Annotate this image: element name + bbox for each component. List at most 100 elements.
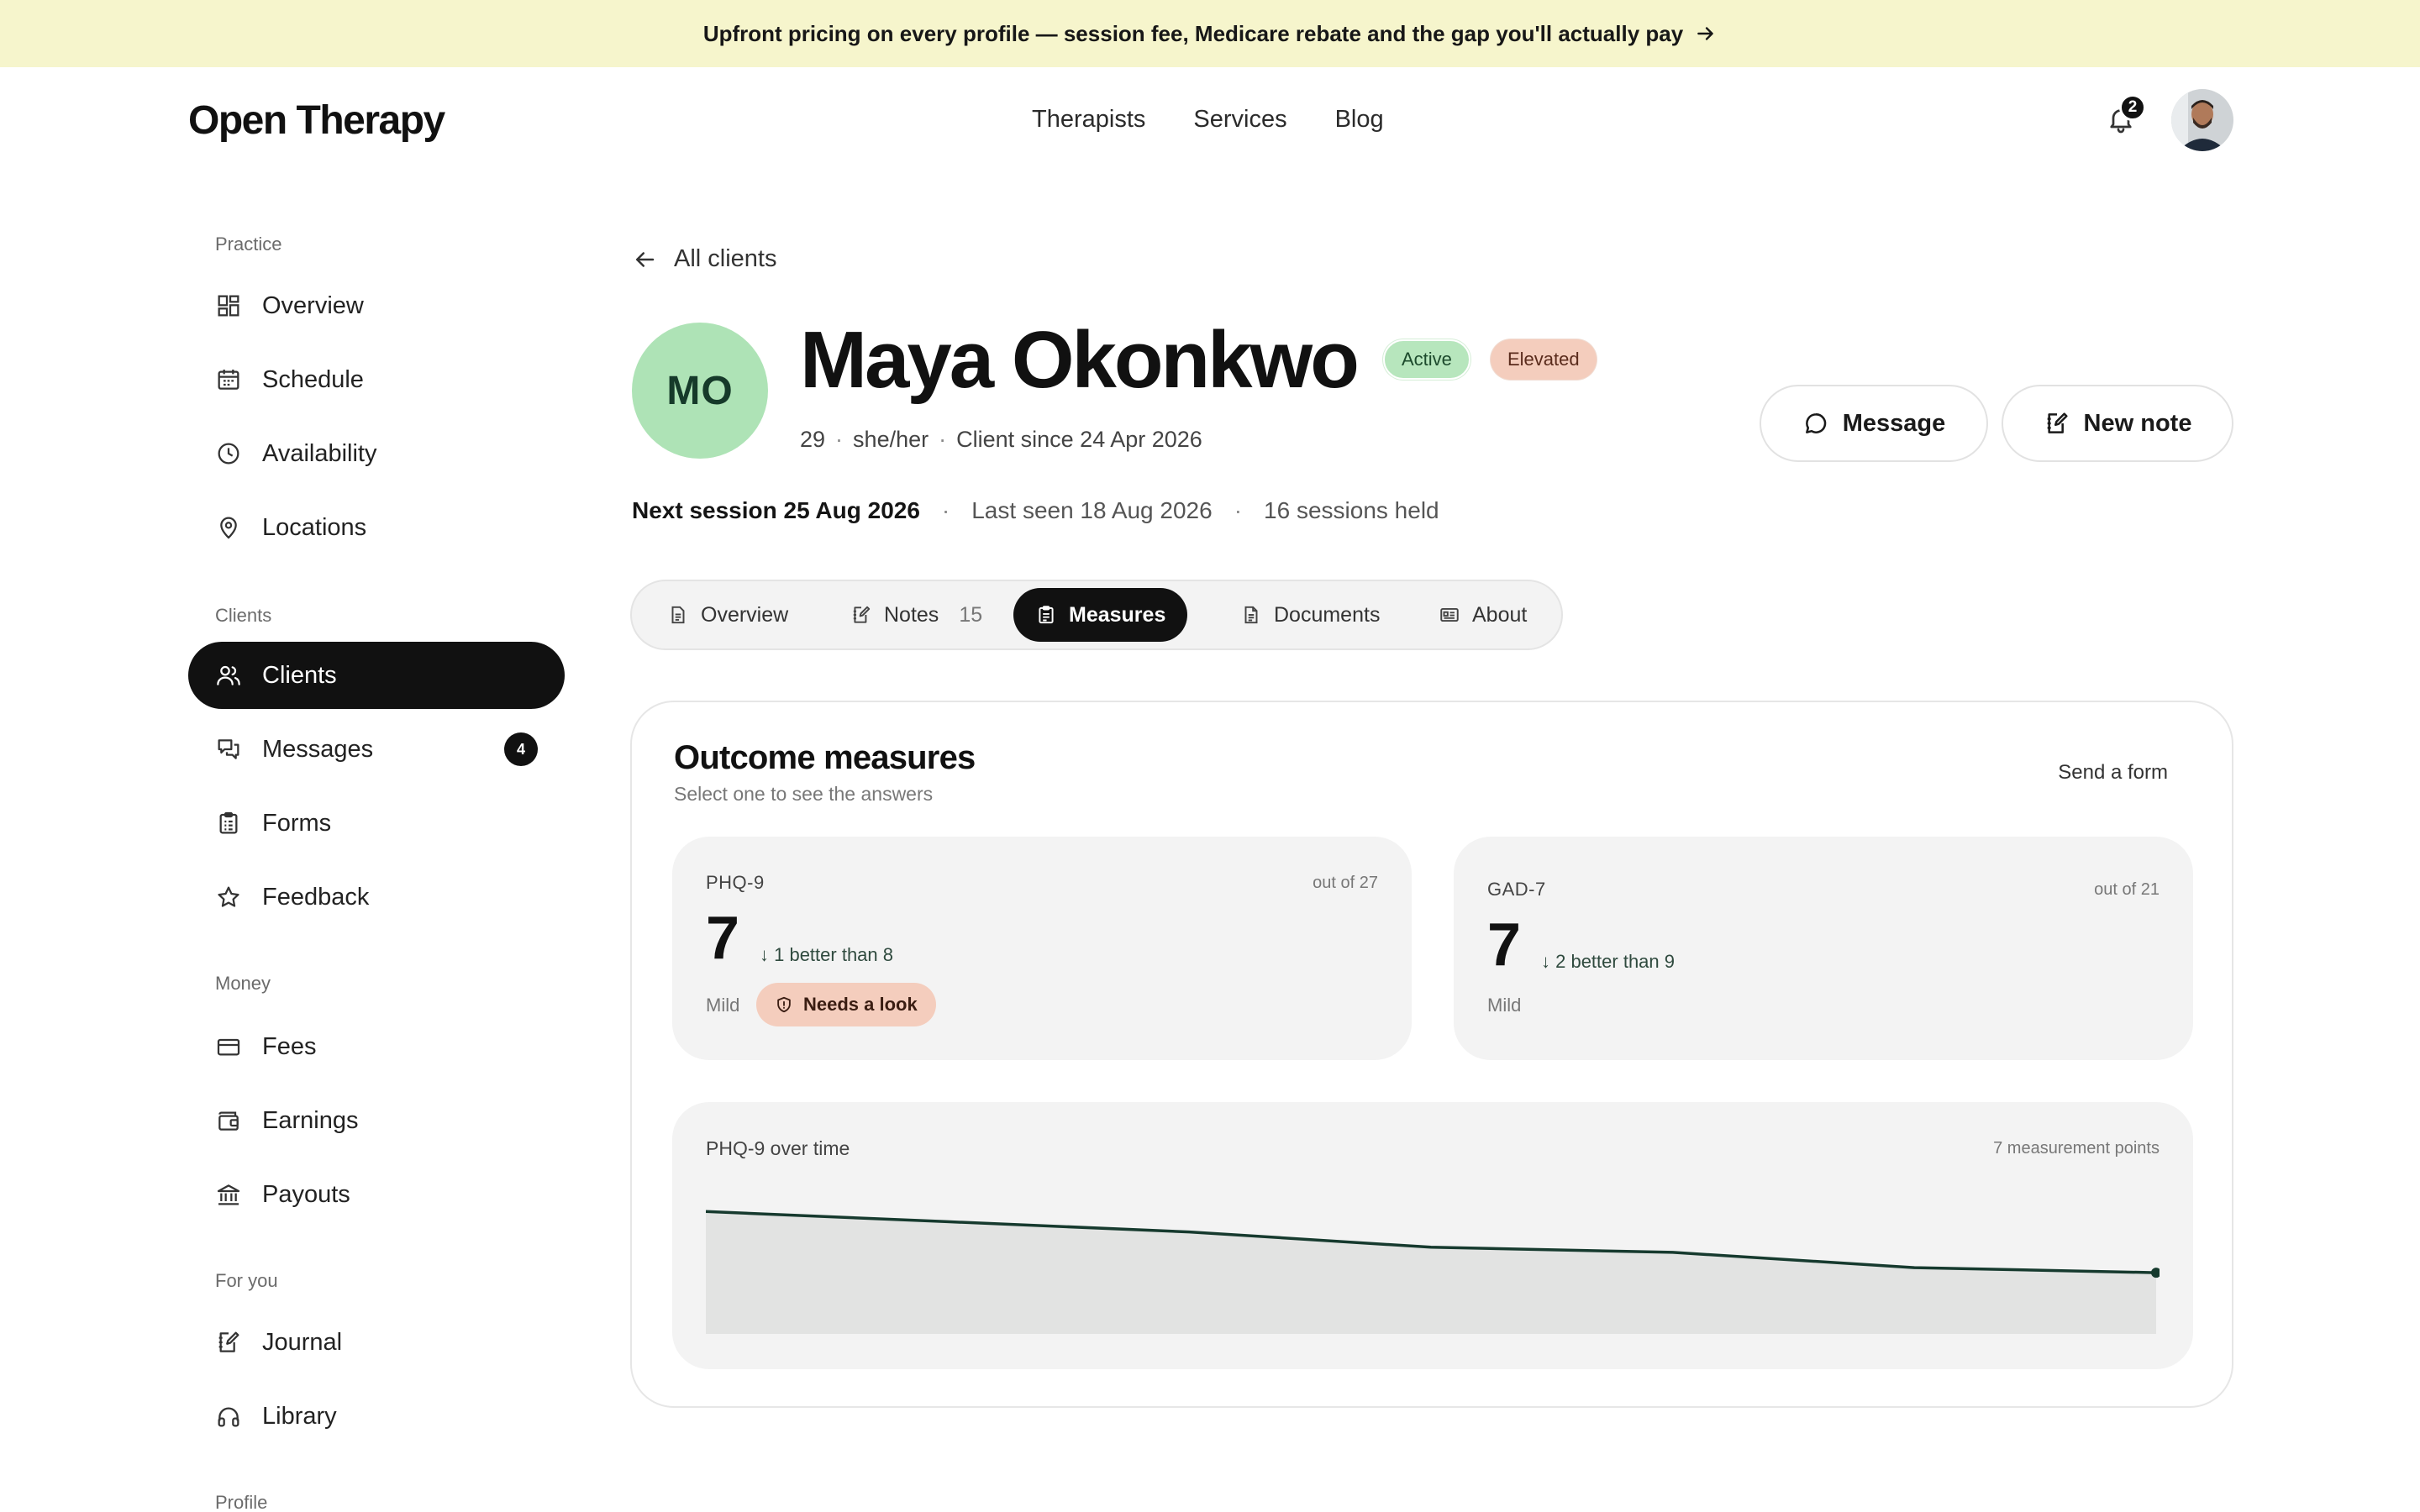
messages-count-badge: 4 [504, 732, 538, 766]
new-note-button[interactable]: New note [2002, 385, 2233, 462]
edit-note-icon [2047, 412, 2068, 433]
edit-note-icon [853, 606, 871, 623]
sidebar-item-overview[interactable]: Overview [188, 272, 565, 339]
separator-dot: · [835, 427, 844, 452]
clock-icon [218, 443, 239, 465]
last-seen: Last seen 18 Aug 2026 [971, 497, 1213, 523]
tab-label: Notes [884, 602, 939, 627]
bank-icon [217, 1184, 240, 1205]
grid-icon [218, 295, 239, 317]
client-age: 29 [800, 427, 826, 452]
top-navigation: Therapists Services Blog [1032, 106, 1384, 134]
journal-icon [218, 1331, 239, 1352]
message-button[interactable]: Message [1760, 385, 1988, 462]
user-avatar[interactable] [2171, 89, 2233, 151]
status-badge: Active [1383, 339, 1470, 380]
sidebar-item-library[interactable]: Library [188, 1383, 565, 1450]
sidebar-item-fees[interactable]: Fees [188, 1013, 565, 1080]
measure-severity: Mild [706, 995, 740, 1016]
sidebar-item-availability[interactable]: Availability [188, 420, 565, 487]
measure-severity: Mild [1487, 995, 1522, 1016]
brand-logo[interactable]: Open Therapy [188, 97, 445, 144]
sidebar-item-journal[interactable]: Journal [188, 1309, 565, 1376]
card-subtitle: Select one to see the answers [674, 783, 934, 805]
client-pronouns: she/her [853, 427, 929, 452]
sidebar-item-earnings[interactable]: Earnings [188, 1087, 565, 1154]
nav-services[interactable]: Services [1193, 106, 1286, 134]
sidebar-item-label: Messages [262, 735, 374, 763]
sidebar-item-label: Feedback [262, 883, 370, 911]
sessions-held: 16 sessions held [1264, 497, 1439, 523]
sidebar-item-label: Forms [262, 809, 332, 837]
sidebar-item-label: Availability [262, 439, 377, 467]
notes-count: 15 [959, 602, 983, 627]
send-form-link[interactable]: Send a form [2058, 761, 2168, 785]
sidebar-item-payouts[interactable]: Payouts [188, 1161, 565, 1228]
star-icon [218, 886, 239, 907]
sidebar-section-for-you: For you [215, 1270, 278, 1291]
tab-measures[interactable]: Measures [1013, 588, 1188, 642]
sidebar-item-forms[interactable]: Forms [188, 790, 565, 857]
arrow-right-icon [1697, 27, 1713, 40]
tab-notes[interactable]: Notes 15 [829, 588, 1004, 642]
tab-about[interactable]: About [1417, 588, 1549, 642]
next-session: Next session 25 Aug 2026 [632, 497, 920, 523]
sidebar-item-locations[interactable]: Locations [188, 494, 565, 561]
sidebar-section-money: Money [215, 973, 271, 994]
sidebar-item-label: Locations [262, 513, 367, 541]
outcome-measures-card: Outcome measures Select one to see the a… [630, 701, 2233, 1408]
separator-dot: · [939, 427, 947, 452]
wallet-icon [218, 1111, 239, 1131]
arrow-left-icon [636, 251, 655, 267]
measure-delta: ↓ 1 better than 8 [760, 944, 893, 965]
sidebar-item-label: Clients [262, 661, 337, 689]
risk-badge: Elevated [1491, 339, 1597, 380]
measure-max: out of 27 [1313, 874, 1378, 892]
message-bubble-icon [1805, 413, 1826, 433]
message-button-label: Message [1842, 409, 1946, 437]
session-summary: Next session 25 Aug 2026 · Last seen 18 … [632, 497, 1439, 524]
client-name: Maya Okonkwo [800, 315, 1360, 405]
sidebar-item-clients[interactable]: Clients [188, 642, 565, 709]
headphones-icon [218, 1407, 239, 1427]
measure-max: out of 21 [2094, 880, 2160, 899]
sidebar-item-label: Journal [262, 1328, 343, 1356]
tab-label: About [1472, 602, 1528, 627]
sidebar-item-schedule[interactable]: Schedule [188, 346, 565, 413]
tab-documents[interactable]: Documents [1218, 588, 1402, 642]
client-tabs: Overview Notes 15 Measures Documents Abo… [630, 580, 1563, 650]
client-avatar: MO [632, 323, 768, 459]
sidebar-section-practice: Practice [215, 234, 282, 255]
chat-icon [218, 739, 239, 759]
tab-label: Overview [701, 602, 789, 627]
file-icon [1244, 606, 1258, 624]
card-icon [217, 1038, 240, 1056]
nav-blog[interactable]: Blog [1335, 106, 1384, 134]
phq9-measure-card[interactable]: PHQ-9 out of 27 7 ↓ 1 better than 8 Mild… [672, 837, 1412, 1060]
back-to-all-clients-link[interactable]: All clients [632, 245, 777, 273]
tab-overview[interactable]: Overview [645, 588, 810, 642]
sidebar-item-label: Earnings [262, 1106, 359, 1134]
nav-therapists[interactable]: Therapists [1032, 106, 1145, 134]
sidebar-item-feedback[interactable]: Feedback [188, 864, 565, 931]
card-title: Outcome measures [674, 739, 976, 776]
measure-name: GAD-7 [1487, 879, 1546, 900]
sidebar-item-label: Overview [262, 291, 364, 319]
phq9-trend-chart-card: PHQ-9 over time 7 measurement points [672, 1102, 2193, 1369]
chart-title: PHQ-9 over time [706, 1137, 850, 1159]
phq9-trend-chart [706, 1210, 2160, 1334]
id-card-icon [1440, 607, 1459, 622]
measure-score: 7 [706, 905, 740, 972]
gad7-measure-card[interactable]: GAD-7 out of 21 7 ↓ 2 better than 9 Mild [1454, 837, 2193, 1060]
users-icon [217, 665, 240, 685]
sidebar-item-label: Fees [262, 1032, 317, 1060]
clipboard-icon [219, 811, 238, 834]
promo-banner[interactable]: Upfront pricing on every profile — sessi… [0, 0, 2420, 67]
needs-a-look-badge: Needs a look [756, 983, 936, 1026]
sidebar-section-profile: Profile [215, 1492, 268, 1512]
document-icon [671, 606, 685, 624]
chart-area-fill [706, 1211, 2156, 1334]
new-note-button-label: New note [2083, 409, 2192, 437]
calendar-icon [218, 370, 239, 390]
tab-label: Documents [1274, 602, 1381, 627]
